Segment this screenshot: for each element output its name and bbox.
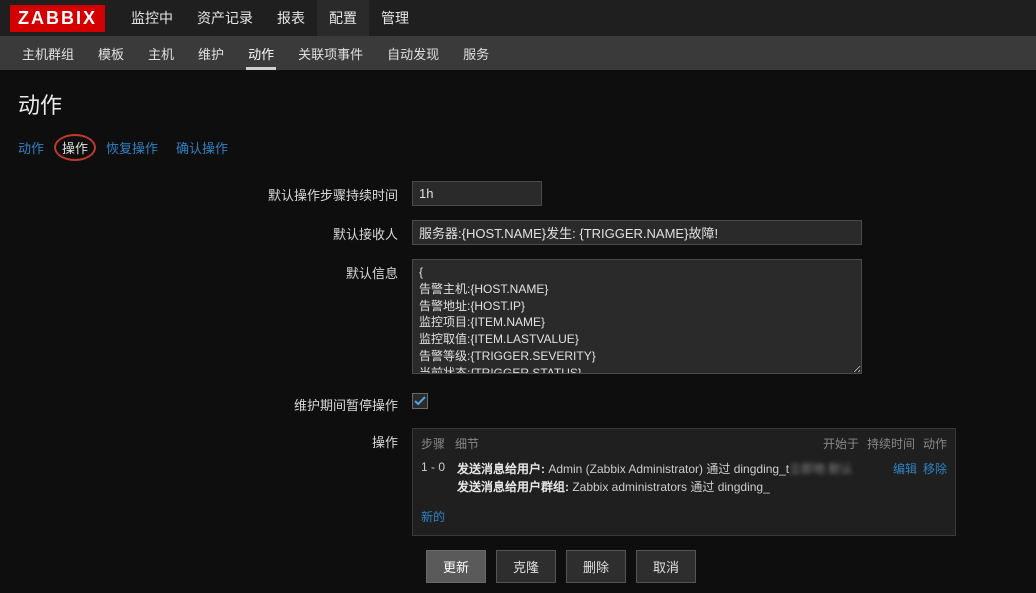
subnav-discovery[interactable]: 自动发现	[375, 36, 451, 70]
ops-header-duration: 持续时间	[867, 435, 915, 452]
op-new-link[interactable]: 新的	[421, 510, 445, 524]
subnav-actions[interactable]: 动作	[236, 36, 286, 70]
op-line1-rest: Admin (Zabbix Administrator) 通过 dingding…	[545, 462, 789, 476]
input-default-subject[interactable]	[412, 220, 862, 245]
topnav-monitoring[interactable]: 监控中	[119, 0, 185, 36]
op-line2-bold: 发送消息给用户群组:	[457, 480, 569, 494]
subnav-services[interactable]: 服务	[451, 36, 501, 70]
label-step-duration: 默认操作步骤持续时间	[18, 181, 412, 204]
label-default-message: 默认信息	[18, 259, 412, 282]
form-area: 默认操作步骤持续时间 默认接收人 默认信息 维护期间暂停操作 操作	[0, 163, 1036, 593]
subnav-hostgroups[interactable]: 主机群组	[10, 36, 86, 70]
tab-recovery[interactable]: 恢复操作	[106, 138, 158, 157]
label-pause-maintenance: 维护期间暂停操作	[18, 391, 412, 414]
textarea-default-message[interactable]	[412, 259, 862, 374]
page-title: 动作	[0, 70, 1036, 128]
label-default-subject: 默认接收人	[18, 220, 412, 243]
check-icon	[414, 395, 426, 407]
update-button[interactable]: 更新	[426, 550, 486, 583]
op-line2-rest: Zabbix administrators 通过 dingding_	[569, 480, 770, 494]
input-step-duration[interactable]	[412, 181, 542, 206]
ops-header-start: 开始于	[823, 435, 859, 452]
op-edit-link[interactable]: 编辑	[893, 460, 917, 477]
clone-button[interactable]: 克隆	[496, 550, 556, 583]
topnav-reports[interactable]: 报表	[265, 0, 317, 36]
op-remove-link[interactable]: 移除	[923, 460, 947, 477]
topnav-inventory[interactable]: 资产记录	[185, 0, 265, 36]
ops-header-detail: 细节	[455, 437, 479, 451]
topnav-configuration[interactable]: 配置	[317, 0, 369, 36]
subnav-maintenance[interactable]: 维护	[186, 36, 236, 70]
op-detail: 发送消息给用户: Admin (Zabbix Administrator) 通过…	[457, 460, 893, 496]
tab-acknowledge[interactable]: 确认操作	[176, 138, 228, 157]
tab-action[interactable]: 动作	[18, 138, 44, 157]
ops-header-steps: 步骤	[421, 437, 445, 451]
tab-operations[interactable]: 操作	[62, 138, 88, 157]
topnav-administration[interactable]: 管理	[369, 0, 421, 36]
logo: ZABBIX	[10, 5, 105, 32]
ops-header-action: 动作	[923, 435, 947, 452]
form-tabs: 动作 操作 恢复操作 确认操作	[0, 128, 1036, 163]
cancel-button[interactable]: 取消	[636, 550, 696, 583]
label-operations: 操作	[18, 428, 412, 451]
operations-table: 步骤 细节 开始于 持续时间 动作 1 - 0 发送消息给用户: Admin (…	[412, 428, 956, 536]
button-row: 更新 克隆 删除 取消	[426, 550, 1018, 583]
op-line1-bold: 发送消息给用户:	[457, 462, 545, 476]
subnav-correlation[interactable]: 关联项事件	[286, 36, 375, 70]
checkbox-pause-maintenance[interactable]	[412, 393, 428, 409]
top-bar: ZABBIX 监控中 资产记录 报表 配置 管理	[0, 0, 1036, 36]
op-line2-blur	[770, 480, 780, 494]
subnav-hosts[interactable]: 主机	[136, 36, 186, 70]
sub-nav: 主机群组 模板 主机 维护 动作 关联项事件 自动发现 服务	[0, 36, 1036, 70]
operation-row: 1 - 0 发送消息给用户: Admin (Zabbix Administrat…	[421, 456, 947, 500]
subnav-templates[interactable]: 模板	[86, 36, 136, 70]
delete-button[interactable]: 删除	[566, 550, 626, 583]
op-line1-blur: 立即地 默认	[789, 462, 852, 476]
op-steps: 1 - 0	[421, 460, 457, 474]
